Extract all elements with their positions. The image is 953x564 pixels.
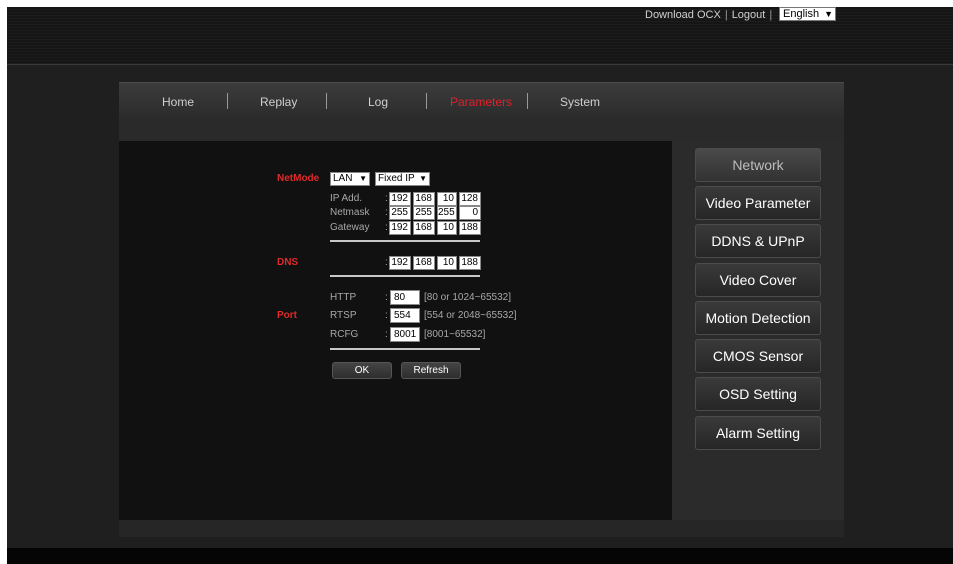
device-web-ui: Download OCX | Logout | English ▼ Home Repl… [7, 7, 953, 564]
network-settings-form: NetMode LAN ▼ Fixed IP ▼ IP Add. : 192 1… [119, 141, 672, 520]
rcfg-label: RCFG [330, 329, 359, 340]
separator: | [769, 9, 773, 21]
http-label: HTTP [330, 292, 357, 303]
sidebar-item-video-parameter[interactable]: Video Parameter [695, 186, 821, 220]
logout-link[interactable]: Logout [732, 9, 766, 21]
gateway-octet-2[interactable]: 168 [413, 221, 435, 235]
nav-home[interactable]: Home [162, 95, 194, 109]
sidebar-item-osd-setting[interactable]: OSD Setting [695, 377, 821, 411]
netmode-value: LAN [333, 173, 353, 184]
colon: : [385, 222, 388, 233]
netmode-select[interactable]: LAN ▼ [330, 172, 370, 186]
netmode-label: NetMode [277, 173, 320, 184]
netmask-octet-2[interactable]: 255 [413, 206, 435, 220]
port-label: Port [277, 310, 297, 321]
nav-system[interactable]: System [560, 95, 600, 109]
colon: : [385, 310, 388, 321]
http-port-hint: [80 or 1024~65532] [424, 292, 512, 303]
ok-button[interactable]: OK [332, 362, 392, 379]
rcfg-port-hint: [8001~65532] [424, 329, 486, 340]
rtsp-port-hint: [554 or 2048~65532] [424, 310, 517, 321]
ip-octet-4[interactable]: 128 [459, 192, 481, 206]
download-ocx-link[interactable]: Download OCX [645, 9, 721, 21]
chevron-down-icon: ▼ [824, 9, 833, 19]
gateway-label: Gateway [330, 222, 370, 233]
netmask-octet-3[interactable]: 255 [437, 206, 457, 220]
dns-octet-4[interactable]: 188 [459, 256, 481, 270]
divider [330, 348, 480, 350]
sidebar-item-network[interactable]: Network [695, 148, 821, 182]
chevron-down-icon: ▼ [359, 174, 367, 183]
main-panel: Home Replay Log Parameters System NetMod… [119, 82, 844, 537]
gateway-octet-4[interactable]: 188 [459, 221, 481, 235]
top-header: Download OCX | Logout | English ▼ [7, 7, 953, 65]
top-links: Download OCX | Logout | [645, 8, 776, 22]
colon: : [385, 292, 388, 303]
bottom-bar [7, 548, 953, 564]
gateway-octet-3[interactable]: 10 [437, 221, 457, 235]
nav-bar: Home Replay Log Parameters System [119, 82, 844, 121]
divider [330, 275, 480, 277]
refresh-button[interactable]: Refresh [401, 362, 461, 379]
language-select[interactable]: English ▼ [779, 7, 836, 21]
nav-divider [527, 93, 528, 109]
rcfg-port-input[interactable]: 8001 [390, 327, 420, 342]
dns-label: DNS [277, 257, 299, 268]
nav-log[interactable]: Log [368, 95, 388, 109]
netmask-label: Netmask [330, 207, 370, 218]
nav-replay[interactable]: Replay [260, 95, 297, 109]
colon: : [385, 329, 388, 340]
nav-divider [227, 93, 228, 109]
colon: : [385, 207, 388, 218]
sidebar-item-ddns-upnp[interactable]: DDNS & UPnP [695, 224, 821, 258]
gateway-octet-1[interactable]: 192 [389, 221, 411, 235]
ip-mode-value: Fixed IP [378, 173, 415, 184]
dns-octet-3[interactable]: 10 [437, 256, 457, 270]
nav-divider [426, 93, 427, 109]
ip-mode-select[interactable]: Fixed IP ▼ [375, 172, 430, 186]
sidebar-item-cmos-sensor[interactable]: CMOS Sensor [695, 339, 821, 373]
dns-octet-2[interactable]: 168 [413, 256, 435, 270]
rtsp-label: RTSP [330, 310, 357, 321]
sidebar-item-alarm-setting[interactable]: Alarm Setting [695, 416, 821, 450]
netmask-octet-1[interactable]: 255 [389, 206, 411, 220]
ip-octet-2[interactable]: 168 [413, 192, 435, 206]
chevron-down-icon: ▼ [419, 174, 427, 183]
colon: : [385, 193, 388, 204]
sidebar-item-video-cover[interactable]: Video Cover [695, 263, 821, 297]
ip-label: IP Add. [330, 193, 363, 204]
rtsp-port-input[interactable]: 554 [390, 308, 420, 323]
panel-footer [119, 520, 844, 537]
ip-octet-1[interactable]: 192 [389, 192, 411, 206]
divider [330, 240, 480, 242]
separator: | [724, 9, 728, 21]
colon: : [385, 257, 388, 268]
language-value: English [783, 8, 820, 20]
netmask-octet-4[interactable]: 0 [459, 206, 481, 220]
sidebar-item-motion-detection[interactable]: Motion Detection [695, 301, 821, 335]
http-port-input[interactable]: 80 [390, 290, 420, 305]
nav-divider [326, 93, 327, 109]
nav-parameters[interactable]: Parameters [450, 95, 512, 109]
sub-bar [119, 120, 844, 141]
dns-octet-1[interactable]: 192 [389, 256, 411, 270]
ip-octet-3[interactable]: 10 [437, 192, 457, 206]
settings-sidebar: Network Video Parameter DDNS & UPnP Vide… [672, 141, 844, 520]
